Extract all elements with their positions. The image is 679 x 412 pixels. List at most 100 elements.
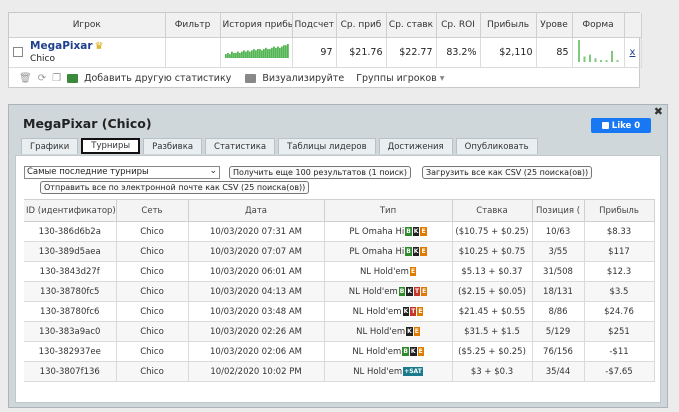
history-spark-bar [282, 44, 285, 58]
tournament-type: NL Hold'em E [324, 261, 453, 282]
table-row[interactable]: 130-3807f136 Chico 10/02/2020 10:02 PM NL H… [24, 361, 655, 382]
facebook-like-button[interactable]: Like 0 [591, 118, 651, 133]
col-date[interactable]: Дата [188, 199, 325, 222]
player-panel: ✖ MegaPixar (Chico) Like 0 Графики Турни… [8, 104, 668, 408]
stats-table: Игрок Фильтр История прибы Подсчет Ср. п… [9, 13, 642, 68]
tournament-type: NL Hold'em B K E [324, 341, 453, 362]
tournament-position: 31/508 [532, 261, 585, 282]
tournament-type-text: NL Hold'em [352, 346, 402, 357]
tournament-type: NL Hold'em K E [324, 321, 453, 342]
tab-leaderboards[interactable]: Таблицы лидеров [278, 138, 376, 154]
tournament-position: 10/63 [532, 221, 585, 242]
col-position[interactable]: Позиция ( [532, 199, 585, 222]
tournament-position-text: 8/86 [548, 306, 568, 317]
tournament-feature-badge-icon: K [412, 246, 420, 256]
tournament-feature-badge-icon: B [405, 246, 412, 256]
tournament-filter-select[interactable]: Самые последние турниры ⌄ [24, 166, 220, 179]
copy-icon[interactable]: ❐ [52, 73, 61, 84]
history-sparkline-chart [224, 43, 289, 58]
refresh-icon[interactable]: ⟳ [38, 73, 46, 84]
player-checkbox[interactable] [13, 47, 23, 57]
history-spark-bar [232, 52, 235, 58]
table-row[interactable]: 130-383a9ac0 Chico 10/03/2020 02:26 AM NL H… [24, 321, 655, 342]
tournament-profit-text: $12.3 [606, 266, 632, 277]
download-csv-button[interactable]: Загрузить все как CSV (25 поиска(ов)) [422, 166, 593, 179]
player-name-link[interactable]: MegaPixar [30, 40, 93, 52]
form-spark-bar [605, 59, 607, 62]
visualize-link[interactable]: Визуализируйте [262, 73, 344, 84]
filter-cell[interactable] [165, 37, 221, 68]
close-icon[interactable]: ✖ [654, 105, 663, 118]
tournament-position-text: 10/63 [545, 226, 571, 237]
history-spark-bar [272, 46, 275, 58]
tournament-type-text: NL Hold'em [353, 366, 403, 377]
history-spark-bar [260, 49, 263, 58]
tab-breakdown[interactable]: Разбивка [143, 138, 203, 154]
col-network[interactable]: Сеть [116, 199, 189, 222]
tournament-position-text: 35/44 [545, 366, 571, 377]
history-spark-bar [238, 52, 241, 58]
col-filter[interactable]: Фильтр [165, 13, 221, 38]
tournament-profit-text: $24.76 [604, 306, 634, 317]
email-csv-button[interactable]: Отправить все по электронной почте как C… [40, 181, 310, 194]
tournament-id-text: 130-386d6b2a [38, 226, 101, 237]
tournament-stake: $31.5 + $1.5 [452, 321, 533, 342]
form-spark-bar [610, 50, 613, 62]
tournament-profit: $117 [584, 241, 655, 262]
tournament-position-text: 3/55 [548, 246, 568, 257]
tournament-date-text: 10/03/2020 04:13 AM [209, 286, 303, 297]
tournament-network: Chico [116, 341, 189, 362]
history-spark-bar [286, 43, 289, 58]
table-row[interactable]: 130-38780fc6 Chico 10/03/2020 03:48 AM NL H… [24, 301, 655, 322]
tab-achievements[interactable]: Достижения [378, 138, 453, 154]
col-stake[interactable]: Ставка [452, 199, 533, 222]
tab-publish[interactable]: Опубликовать [455, 138, 538, 154]
add-stat-link[interactable]: Добавить другую статистику [84, 73, 231, 84]
tournament-stake: $5.13 + $0.37 [452, 261, 533, 282]
tab-charts[interactable]: Графики [21, 138, 79, 154]
col-profit[interactable]: Прибыль [480, 13, 537, 38]
remove-player-button[interactable]: x [630, 47, 636, 58]
history-spark-bar [280, 46, 283, 58]
tournament-network: Chico [116, 241, 189, 262]
tournament-stake: ($10.75 + $0.25) [452, 221, 533, 242]
col-count[interactable]: Подсчет [292, 13, 337, 38]
tournament-date: 10/03/2020 06:01 AM [188, 261, 325, 282]
player-groups-dropdown[interactable]: Группы игроков ▾ [356, 73, 444, 84]
col-level[interactable]: Урове [536, 13, 573, 38]
table-row[interactable]: 130-38780fc5 Chico 10/03/2020 04:13 AM NL H… [24, 281, 655, 302]
history-spark-bar [274, 47, 277, 58]
col-avg-roi[interactable]: Ср. ROI [436, 13, 481, 38]
table-row[interactable]: 130-386d6b2a Chico 10/03/2020 07:31 AM PL O… [24, 221, 655, 242]
tournament-date-text: 10/03/2020 02:26 AM [209, 326, 303, 337]
col-avg-profit[interactable]: Ср. приб [336, 13, 387, 38]
col-history[interactable]: История прибы [220, 13, 293, 38]
col-form[interactable]: Форма [572, 13, 625, 38]
avg-roi-value: 83.2% [436, 37, 481, 68]
remove-cell: x [624, 37, 642, 68]
tournament-profit: $12.3 [584, 261, 655, 282]
tournament-position: 3/55 [532, 241, 585, 262]
table-row[interactable]: 130-382937ee Chico 10/03/2020 02:06 AM NL H… [24, 341, 655, 362]
col-id[interactable]: ID (идентификатор) [24, 199, 117, 222]
tournament-type-text: NL Hold'em [356, 326, 406, 337]
tournament-id: 130-3807f136 [24, 361, 117, 382]
get-more-results-button[interactable]: Получить еще 100 результатов (1 поиск) [229, 166, 411, 179]
trash-icon[interactable]: 🗑 [19, 73, 32, 84]
tournament-network: Chico [116, 321, 189, 342]
tournament-network-text: Chico [140, 286, 164, 297]
table-row[interactable]: 130-389d5aea Chico 10/03/2020 07:07 AM PL O… [24, 241, 655, 262]
tab-statistics[interactable]: Статистика [205, 138, 276, 154]
tournament-date-text: 10/03/2020 06:01 AM [209, 266, 303, 277]
history-spark-bar [252, 48, 255, 58]
tournament-position-text: 76/156 [543, 346, 573, 357]
tab-tournaments[interactable]: Турниры [81, 138, 141, 154]
tournament-feature-badge-icon: B [405, 226, 412, 236]
col-type[interactable]: Тип [324, 199, 453, 222]
tournament-feature-badge-icon: B [402, 346, 409, 356]
col-avg-stake[interactable]: Ср. ставк [386, 13, 437, 38]
col-player[interactable]: Игрок [9, 13, 166, 38]
col-profit[interactable]: Прибыль [584, 199, 655, 222]
table-row[interactable]: 130-3843d27f Chico 10/03/2020 06:01 AM NL H… [24, 261, 655, 282]
tournament-feature-badge-icon: T [414, 286, 421, 296]
